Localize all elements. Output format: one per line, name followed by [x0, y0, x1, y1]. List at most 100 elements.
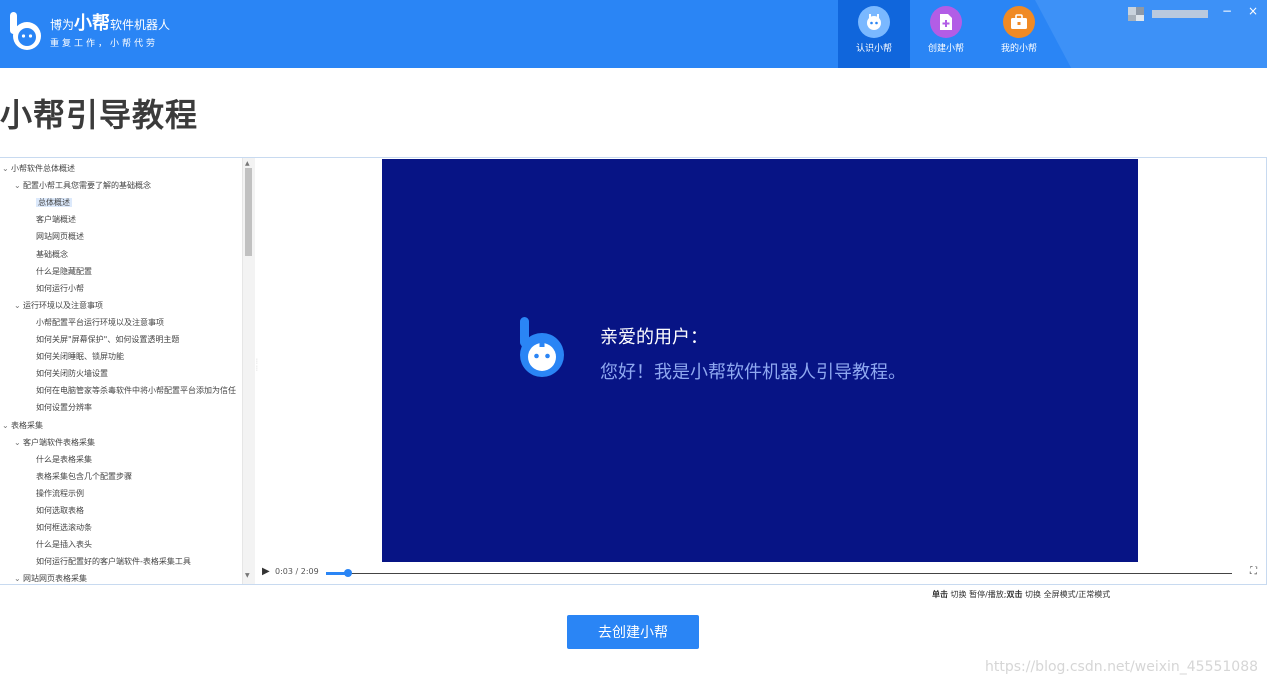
create-xiaobang-button[interactable]: 去创建小帮	[567, 615, 699, 649]
tree-item[interactable]: 小帮配置平台运行环境以及注意事项	[36, 316, 164, 330]
avatar	[1128, 7, 1208, 21]
tree-item[interactable]: ⌄ 网站网页表格采集	[14, 572, 87, 584]
tutorial-tree: ⌄ 小帮软件总体概述 ⌄ 配置小帮工具您需要了解的基础概念 总体概述 客户端概述 网站网页概…	[0, 158, 242, 584]
tree-item-label: 配置小帮工具您需要了解的基础概念	[23, 181, 151, 191]
tree-item[interactable]: ⌄ 小帮软件总体概述	[2, 162, 75, 176]
close-button[interactable]: ×	[1248, 4, 1258, 18]
tree-item-label: 如何关闭睡眠、锁屏功能	[36, 352, 124, 362]
robot-face-icon	[858, 6, 890, 38]
tree-item-label: 什么是插入表头	[36, 540, 92, 550]
tree-item-label: 如何设置分辨率	[36, 403, 92, 413]
tree-item-label: 如何关闭防火墙设置	[36, 369, 108, 379]
chevron-down-icon[interactable]: ⌄	[2, 419, 11, 433]
hint-single-click: 单击	[932, 590, 948, 599]
splitter-grip-icon[interactable]: ⋮ ⋮	[254, 358, 260, 384]
watermark: https://blog.csdn.net/weixin_45551088	[985, 659, 1259, 675]
tab-my-xiaobang[interactable]: 我的小帮	[983, 0, 1055, 68]
chevron-down-icon[interactable]: ⌄	[14, 179, 23, 193]
tree-item[interactable]: 如何关闭防火墙设置	[36, 367, 108, 381]
tree-item[interactable]: 总体概述	[36, 196, 72, 210]
tree-item-label: 运行环境以及注意事项	[23, 300, 103, 310]
chevron-down-icon[interactable]: ⌄	[14, 299, 23, 313]
tree-item[interactable]: 如何关闭睡眠、锁屏功能	[36, 350, 124, 364]
tree-item[interactable]: ⌄ 表格采集	[2, 419, 43, 433]
tree-item-label: 表格采集	[11, 420, 43, 430]
video-controls: ▶ 0:03 / 2:09 ⛶	[258, 563, 1266, 583]
brand-prefix: 博为	[50, 18, 75, 32]
tree-item[interactable]: 操作流程示例	[36, 487, 84, 501]
playback-hint: 单击 切换 暂停/播放;双击 切换 全屏模式/正常模式	[932, 589, 1110, 600]
brand: 博为小帮软件机器人 重复工作，小帮代劳	[50, 14, 170, 50]
tree-item-label: 操作流程示例	[36, 488, 84, 498]
page-title: 小帮引导教程	[0, 96, 199, 134]
tab-label: 创建小帮	[927, 44, 964, 54]
tree-item-label: 什么是隐藏配置	[36, 266, 92, 276]
tutorial-panel: ⌄ 小帮软件总体概述 ⌄ 配置小帮工具您需要了解的基础概念 总体概述 客户端概述 网站网页概…	[0, 157, 1267, 585]
progress-knob[interactable]	[344, 569, 352, 577]
tree-item-label: 如何选取表格	[36, 506, 84, 515]
tree-item-label: 如何在电脑管家等杀毒软件中将小帮配置平台添加为信任	[36, 386, 236, 396]
tree-item[interactable]: ⌄ 配置小帮工具您需要了解的基础概念	[14, 179, 151, 193]
document-add-icon	[930, 6, 962, 38]
tree-item[interactable]: ⌄ 客户端软件表格采集	[14, 436, 95, 450]
chevron-down-icon[interactable]: ⌄	[14, 436, 23, 450]
tree-item-label: 如何关屏"屏幕保护"、如何设置透明主题	[36, 335, 180, 344]
tree-item[interactable]: 如何运行小帮	[36, 282, 84, 296]
tab-know-xiaobang[interactable]: 认识小帮	[838, 0, 910, 68]
tree-item-label: 客户端软件表格采集	[23, 437, 95, 447]
scroll-down-icon[interactable]: ▼	[245, 572, 250, 579]
fullscreen-icon[interactable]: ⛶	[1250, 566, 1257, 577]
scrollbar-thumb[interactable]	[245, 168, 252, 256]
time-readout: 0:03 / 2:09	[275, 567, 319, 576]
hint-text: 切换 暂停/播放;	[948, 590, 1007, 599]
greeting-title: 亲爱的用户：	[600, 327, 708, 348]
tree-item[interactable]: ⌄ 运行环境以及注意事项	[14, 299, 103, 313]
tree-item[interactable]: 如何框选滚动条	[36, 521, 92, 535]
user-account[interactable]	[1128, 6, 1210, 22]
xiaobang-logo-icon	[520, 317, 564, 377]
video-player[interactable]: 亲爱的用户： 您好！我是小帮软件机器人引导教程。	[382, 159, 1138, 562]
tree-item-label: 如何运行配置好的客户端软件-表格采集工具	[36, 557, 191, 567]
play-icon[interactable]: ▶	[262, 566, 270, 577]
scroll-up-icon[interactable]: ▲	[245, 160, 250, 167]
tree-item[interactable]: 如何选取表格	[36, 504, 84, 518]
brand-name: 博为小帮软件机器人	[50, 14, 170, 35]
progress-track[interactable]	[326, 573, 1232, 574]
brand-slogan: 重复工作，小帮代劳	[50, 39, 159, 49]
tree-item-label: 客户端概述	[36, 215, 76, 225]
tree-item[interactable]: 基础概念	[36, 248, 68, 262]
tree-item-label: 网站网页概述	[36, 232, 84, 242]
tree-item[interactable]: 什么是插入表头	[36, 538, 92, 552]
tree-item-label: 表格采集包含几个配置步骤	[36, 471, 132, 481]
tree-item-label: 什么是表格采集	[36, 454, 92, 464]
hint-double-click: 双击	[1006, 590, 1023, 599]
tree-item[interactable]: 客户端概述	[36, 213, 76, 227]
tree-item[interactable]: 什么是隐藏配置	[36, 265, 92, 279]
tree-item-label: 如何框选滚动条	[36, 523, 92, 533]
tree-item[interactable]: 什么是表格采集	[36, 453, 92, 467]
tree-item-label: 小帮配置平台运行环境以及注意事项	[36, 317, 164, 327]
brand-suffix: 软件机器人	[110, 18, 171, 32]
tree-item-label: 基础概念	[36, 249, 68, 259]
minimize-button[interactable]: −	[1222, 4, 1232, 18]
tree-item[interactable]: 如何设置分辨率	[36, 401, 92, 415]
tree-item-label: 如何运行小帮	[36, 283, 84, 293]
brand-bold: 小帮	[74, 13, 111, 34]
greeting-body: 您好！我是小帮软件机器人引导教程。	[600, 362, 906, 383]
tree-item[interactable]: 如何关屏"屏幕保护"、如何设置透明主题	[36, 333, 179, 347]
briefcase-icon	[1003, 6, 1035, 38]
tab-label: 我的小帮	[1000, 44, 1037, 54]
chevron-down-icon[interactable]: ⌄	[14, 572, 23, 584]
tree-item-label: 网站网页表格采集	[23, 574, 87, 584]
top-bar: 博为小帮软件机器人 重复工作，小帮代劳 认识小帮 创建小帮 我的小帮 − ×	[0, 0, 1267, 68]
tree-item[interactable]: 如何运行配置好的客户端软件-表格采集工具	[36, 555, 191, 569]
tree-item-label: 小帮软件总体概述	[11, 164, 75, 173]
tree-item[interactable]: 如何在电脑管家等杀毒软件中将小帮配置平台添加为信任	[36, 384, 236, 398]
tree-item-label: 总体概述	[36, 198, 72, 208]
tab-label: 认识小帮	[855, 44, 892, 54]
hint-text: 切换 全屏模式/正常模式	[1022, 590, 1111, 599]
chevron-down-icon[interactable]: ⌄	[2, 162, 11, 176]
tab-create-xiaobang[interactable]: 创建小帮	[910, 0, 982, 68]
tree-item[interactable]: 网站网页概述	[36, 230, 84, 244]
tree-item[interactable]: 表格采集包含几个配置步骤	[36, 470, 132, 484]
